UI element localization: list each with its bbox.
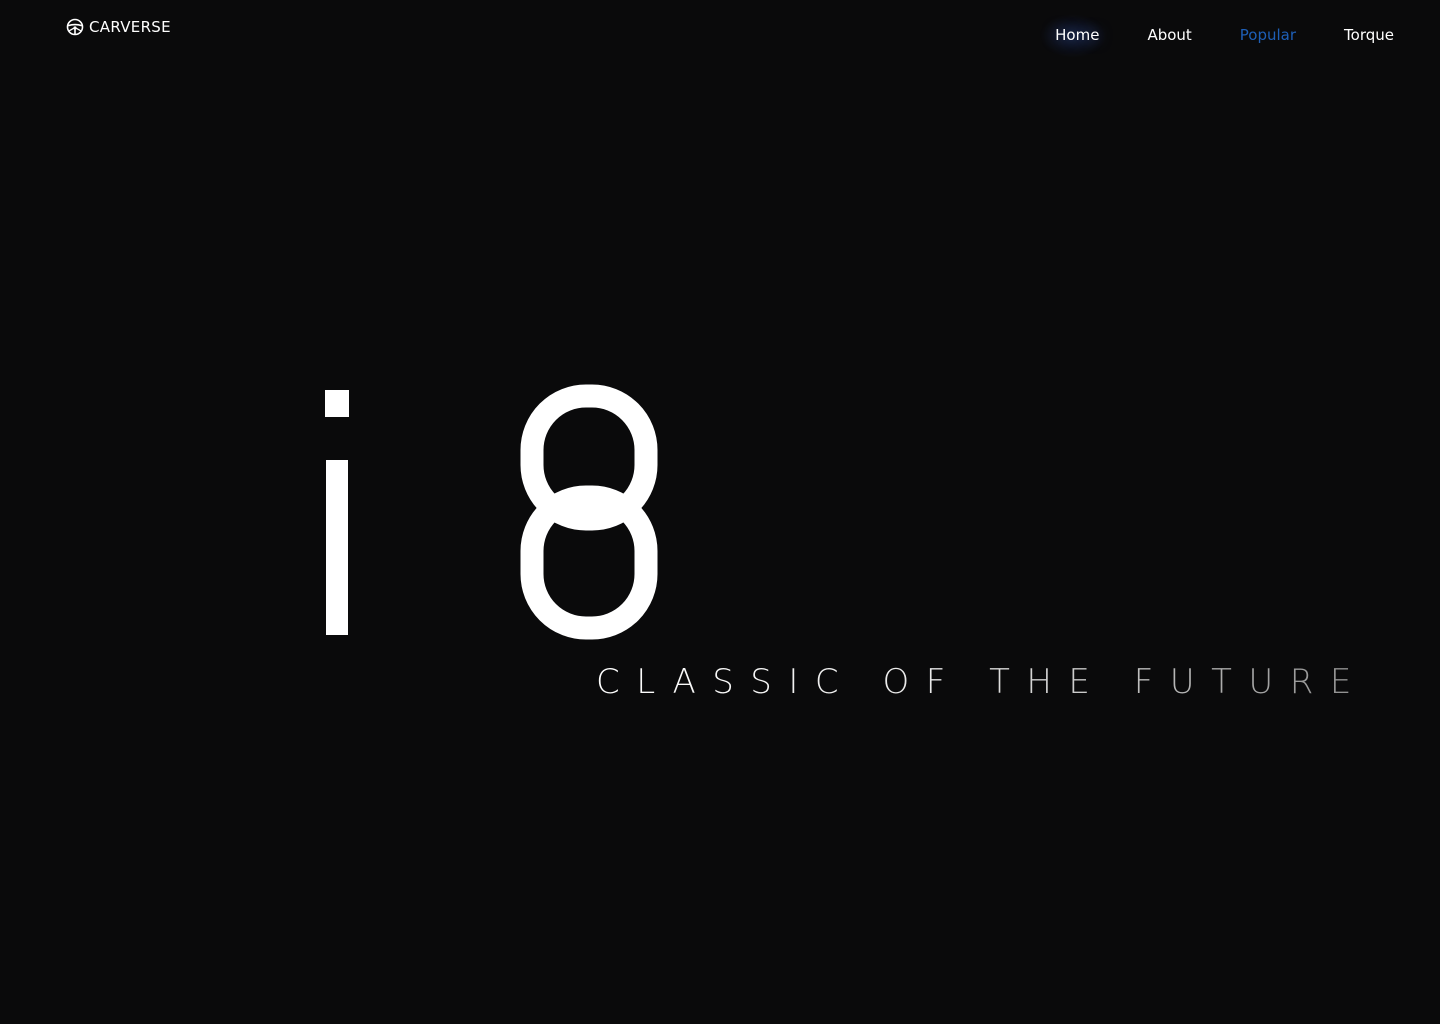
brand-logo[interactable]: CARVERSE bbox=[66, 18, 171, 36]
nav-item-torque[interactable]: Torque bbox=[1344, 24, 1394, 46]
brand-name: CARVERSE bbox=[89, 18, 171, 36]
nav-item-home[interactable]: Home bbox=[1055, 24, 1099, 46]
nav-item-about[interactable]: About bbox=[1147, 24, 1191, 46]
hero-digit-8 bbox=[520, 384, 658, 640]
main-nav: Home About Popular Torque bbox=[1055, 24, 1394, 46]
hero-tagline: CLASSIC OF THE FUTURE bbox=[596, 662, 1368, 702]
steering-wheel-icon bbox=[66, 18, 84, 36]
hero-model-name: i8 bbox=[0, 0, 1, 1]
nav-item-popular[interactable]: Popular bbox=[1240, 24, 1296, 46]
hero-letter-i-stem bbox=[326, 460, 348, 635]
hero-letter-i-dot bbox=[325, 390, 349, 417]
hero-letter-i bbox=[325, 0, 349, 1024]
page: CARVERSE Home About Popular Torque i8 CL… bbox=[0, 0, 1440, 1024]
